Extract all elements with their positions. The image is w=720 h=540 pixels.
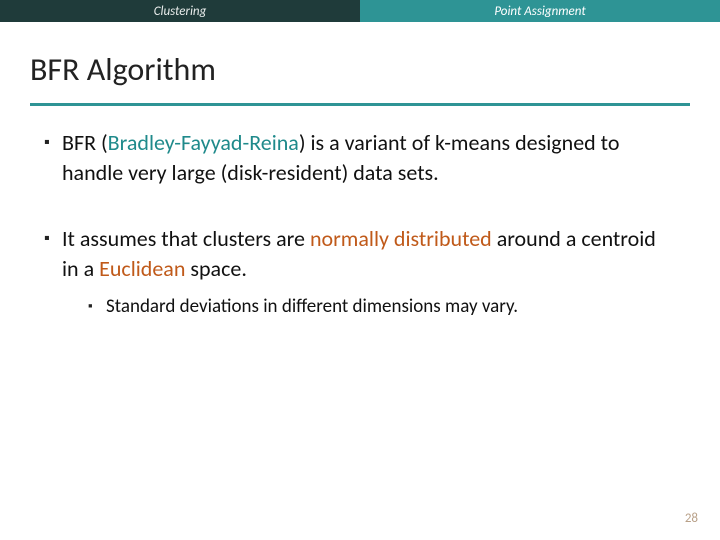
- page-title: BFR Algorithm: [30, 50, 690, 89]
- sub-bullet-item: ▪ Standard deviations in different dimen…: [88, 294, 676, 320]
- topbar: Clustering Point Assignment: [0, 0, 720, 22]
- text-span: space.: [185, 255, 246, 282]
- bullet-item: ▪ BFR (Bradley-Fayyad-Reina) is a varian…: [44, 128, 676, 188]
- content: ▪ BFR (Bradley-Fayyad-Reina) is a varian…: [0, 106, 720, 320]
- text-span: BFR (: [62, 129, 108, 156]
- bullet-marker-icon: ▪: [44, 128, 62, 188]
- page-number: 28: [685, 511, 698, 526]
- bullet-item: ▪ It assumes that clusters are normally …: [44, 224, 676, 320]
- topbar-right: Point Assignment: [360, 0, 720, 22]
- text-span: It assumes that clusters are: [62, 225, 310, 252]
- topbar-left: Clustering: [0, 0, 360, 22]
- highlight-orange: normally distributed: [310, 225, 492, 252]
- bullet-marker-icon: ▪: [88, 294, 106, 320]
- bullet-text: BFR (Bradley-Fayyad-Reina) is a variant …: [62, 128, 676, 188]
- sub-bullet-text: Standard deviations in different dimensi…: [106, 294, 518, 320]
- slide: Clustering Point Assignment BFR Algorith…: [0, 0, 720, 540]
- bullet-text: It assumes that clusters are normally di…: [62, 224, 676, 320]
- title-wrap: BFR Algorithm: [0, 22, 720, 97]
- highlight-teal: Bradley-Fayyad-Reina: [108, 129, 299, 156]
- highlight-orange: Euclidean: [99, 255, 185, 282]
- bullet-marker-icon: ▪: [44, 224, 62, 320]
